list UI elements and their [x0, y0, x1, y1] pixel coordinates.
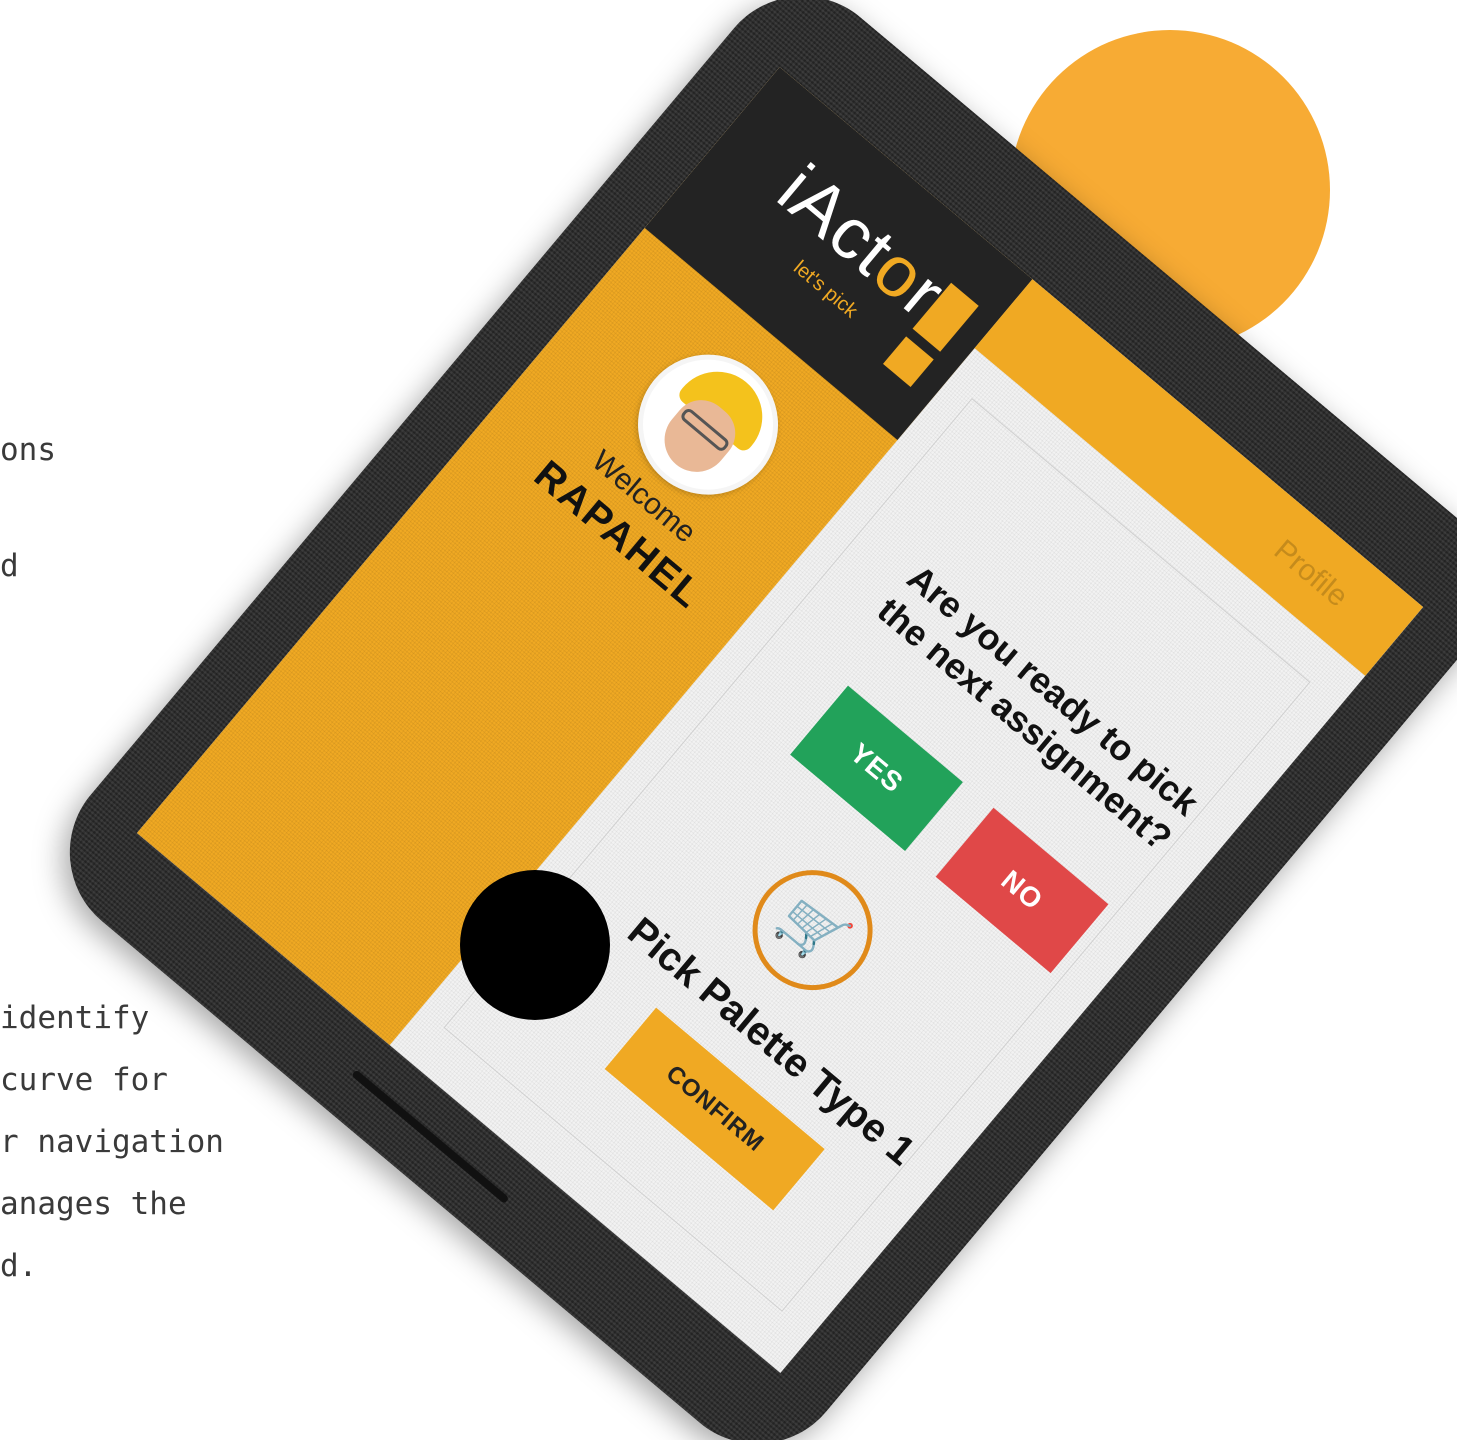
tab-profile[interactable]: Profile: [1267, 534, 1354, 615]
side-text-line-5: r navigation: [0, 1124, 224, 1160]
side-text-line-4: curve for: [0, 1062, 168, 1098]
side-text-line-7: d.: [0, 1248, 38, 1284]
side-text-line-2: d: [0, 548, 19, 584]
side-text-line-1: ons: [0, 432, 56, 468]
side-text-line-6: anages the: [0, 1186, 187, 1222]
canvas: ons d identify curve for r navigation an…: [0, 0, 1457, 1440]
decorative-black-circle: [460, 870, 610, 1020]
side-text-line-3: identify: [0, 1000, 150, 1036]
logo-box-small-icon: [882, 336, 934, 388]
